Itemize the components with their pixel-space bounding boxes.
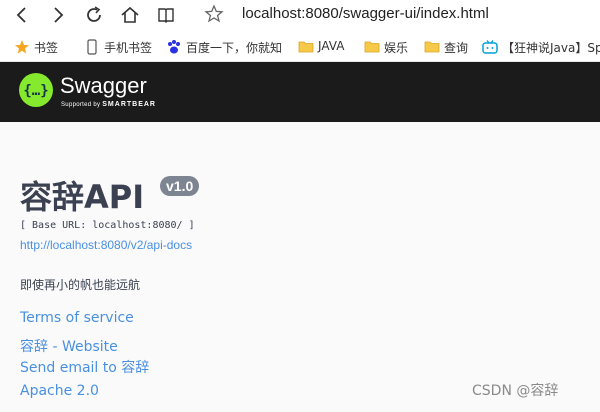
- forward-arrow-icon: [54, 7, 64, 23]
- contact-email-link[interactable]: Send email to 容辞: [20, 357, 149, 377]
- base-url: [ Base URL: localhost:8080/ ]: [20, 220, 195, 231]
- api-title: 容辞API: [20, 178, 145, 216]
- version-badge: v1.0: [160, 176, 200, 196]
- swagger-logo-subtitle: Supported by SMARTBEAR: [61, 101, 156, 108]
- info-section: 容辞API v1.0 [ Base URL: localhost:8080/ ]…: [0, 122, 600, 412]
- bookmarks-bar: 书签 手机书签 百度一下，你就知 JAVA 娱乐 查询 【狂神说Java】Sp: [0, 33, 600, 62]
- website-link[interactable]: 容辞 - Website: [20, 336, 118, 356]
- folder-icon: [364, 39, 380, 55]
- back-button[interactable]: [10, 3, 34, 27]
- folder-icon: [424, 39, 440, 55]
- reader-button[interactable]: [154, 3, 178, 27]
- csdn-watermark: CSDN @容辞: [472, 383, 559, 399]
- terms-of-service-link[interactable]: Terms of service: [20, 310, 134, 326]
- home-icon: [121, 6, 139, 23]
- star-icon: [14, 39, 30, 55]
- svg-text:{…}: {…}: [23, 83, 48, 99]
- api-description: 即使再小的帆也能远航: [20, 278, 141, 292]
- swagger-logo-icon[interactable]: {…}: [19, 73, 53, 107]
- home-button[interactable]: [118, 3, 142, 27]
- license-link[interactable]: Apache 2.0: [20, 383, 99, 399]
- forward-button[interactable]: [46, 3, 70, 27]
- bookmark-star-icon[interactable]: [204, 4, 226, 28]
- logo-sub-prefix: Supported by: [61, 102, 101, 108]
- browser-toolbar: localhost:8080/swagger-ui/index.html: [0, 0, 600, 32]
- address-bar[interactable]: localhost:8080/swagger-ui/index.html: [204, 3, 600, 29]
- reload-icon: [87, 6, 101, 22]
- swagger-topbar: {…} Swagger Supported by SMARTBEAR: [0, 62, 600, 122]
- swagger-logo-title[interactable]: Swagger: [60, 73, 147, 99]
- folder-icon: [298, 39, 314, 55]
- api-docs-link[interactable]: http://localhost:8080/v2/api-docs: [20, 238, 192, 252]
- bilibili-icon: [482, 39, 498, 55]
- baidu-paw-icon: [166, 39, 182, 55]
- url-text[interactable]: localhost:8080/swagger-ui/index.html: [242, 5, 489, 22]
- back-arrow-icon: [16, 7, 26, 23]
- reload-button[interactable]: [82, 3, 106, 27]
- book-icon: [158, 8, 174, 23]
- logo-sub-brand: SMARTBEAR: [102, 101, 156, 108]
- phone-icon: [84, 39, 100, 55]
